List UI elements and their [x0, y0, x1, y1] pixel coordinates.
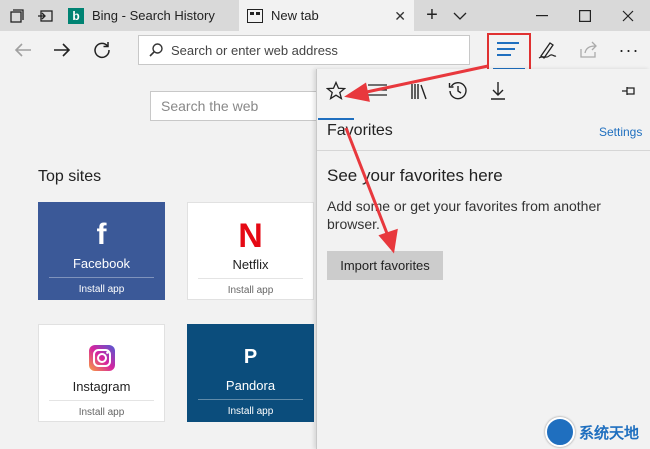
- favorites-tab-indicator: [318, 118, 354, 120]
- tile-install-app[interactable]: Install app: [228, 406, 274, 417]
- favorites-empty-description: Add some or get your favorites from anot…: [327, 198, 601, 232]
- history-icon[interactable]: [443, 74, 473, 108]
- back-arrow-icon[interactable]: [4, 31, 42, 69]
- search-web-input[interactable]: Search the web: [150, 91, 320, 121]
- import-favorites-button[interactable]: Import favorites: [327, 251, 443, 280]
- close-tab-icon[interactable]: ✕: [394, 8, 406, 25]
- tab-manager-icon[interactable]: [4, 0, 30, 31]
- minimize-icon[interactable]: [518, 0, 566, 31]
- tile-netflix[interactable]: N Netflix Install app: [187, 202, 314, 300]
- downloads-icon[interactable]: [483, 74, 513, 108]
- books-icon[interactable]: [405, 74, 435, 108]
- hub-settings-link[interactable]: Settings: [599, 125, 642, 139]
- tile-divider: [198, 399, 303, 400]
- top-sites-title: Top sites: [38, 168, 102, 185]
- tile-name: Facebook: [72, 256, 131, 271]
- new-tab-favicon-icon: [247, 8, 263, 23]
- tile-name: Netflix: [232, 257, 269, 272]
- tile-pandora[interactable]: P Pandora Install app: [187, 324, 314, 422]
- tab-label: Bing - Search History: [92, 8, 215, 23]
- share-icon[interactable]: [570, 31, 608, 69]
- watermark-text: 系统天地: [579, 423, 640, 442]
- set-aside-tabs-icon[interactable]: [32, 0, 58, 31]
- tab-bing-search-history[interactable]: b Bing - Search History: [60, 0, 238, 31]
- netflix-logo-icon: N: [238, 216, 263, 255]
- address-bar[interactable]: Search or enter web address: [138, 35, 470, 65]
- tile-name: Instagram: [72, 379, 131, 394]
- tile-facebook[interactable]: f Facebook Install app: [38, 202, 165, 300]
- hub-divider: [317, 150, 650, 151]
- tile-divider: [198, 278, 303, 279]
- web-note-pen-icon[interactable]: [528, 31, 566, 69]
- tab-new-tab[interactable]: New tab ✕: [239, 0, 414, 31]
- watermark: 系统天地: [545, 417, 639, 447]
- tile-divider: [49, 400, 154, 401]
- maximize-icon[interactable]: [561, 0, 609, 31]
- watermark-logo-icon: [545, 417, 575, 447]
- new-tab-plus-icon[interactable]: +: [420, 0, 444, 31]
- favorites-star-icon[interactable]: [321, 74, 351, 108]
- tile-instagram[interactable]: Instagram Install app: [38, 324, 165, 422]
- instagram-logo-icon: [88, 343, 116, 373]
- pin-icon[interactable]: [614, 74, 644, 108]
- tile-divider: [49, 277, 154, 278]
- tab-preview-chevron-icon[interactable]: [448, 0, 472, 31]
- tab-label: New tab: [271, 8, 319, 23]
- search-icon: [149, 43, 163, 57]
- tile-install-app[interactable]: Install app: [79, 284, 125, 295]
- bing-favicon-icon: b: [68, 7, 84, 24]
- tab-bar: b Bing - Search History New tab ✕ +: [0, 0, 650, 31]
- pandora-logo-icon: P: [243, 345, 258, 368]
- tile-name: Pandora: [225, 378, 276, 393]
- hub-title: Favorites: [327, 122, 393, 139]
- facebook-logo-icon: f: [96, 218, 107, 251]
- favorites-empty-heading: See your favorites here: [327, 166, 503, 185]
- forward-arrow-icon[interactable]: [43, 31, 81, 69]
- search-web-placeholder: Search the web: [161, 98, 259, 114]
- close-window-icon[interactable]: [604, 0, 650, 31]
- address-placeholder: Search or enter web address: [171, 42, 338, 58]
- more-ellipsis-icon[interactable]: ···: [610, 31, 648, 69]
- refresh-icon[interactable]: [83, 31, 121, 69]
- tile-install-app[interactable]: Install app: [228, 285, 274, 296]
- reading-list-icon[interactable]: [363, 74, 393, 108]
- tile-install-app[interactable]: Install app: [79, 407, 125, 418]
- navigation-bar: Search or enter web address ···: [0, 31, 650, 69]
- hub-lines-icon: [497, 42, 519, 58]
